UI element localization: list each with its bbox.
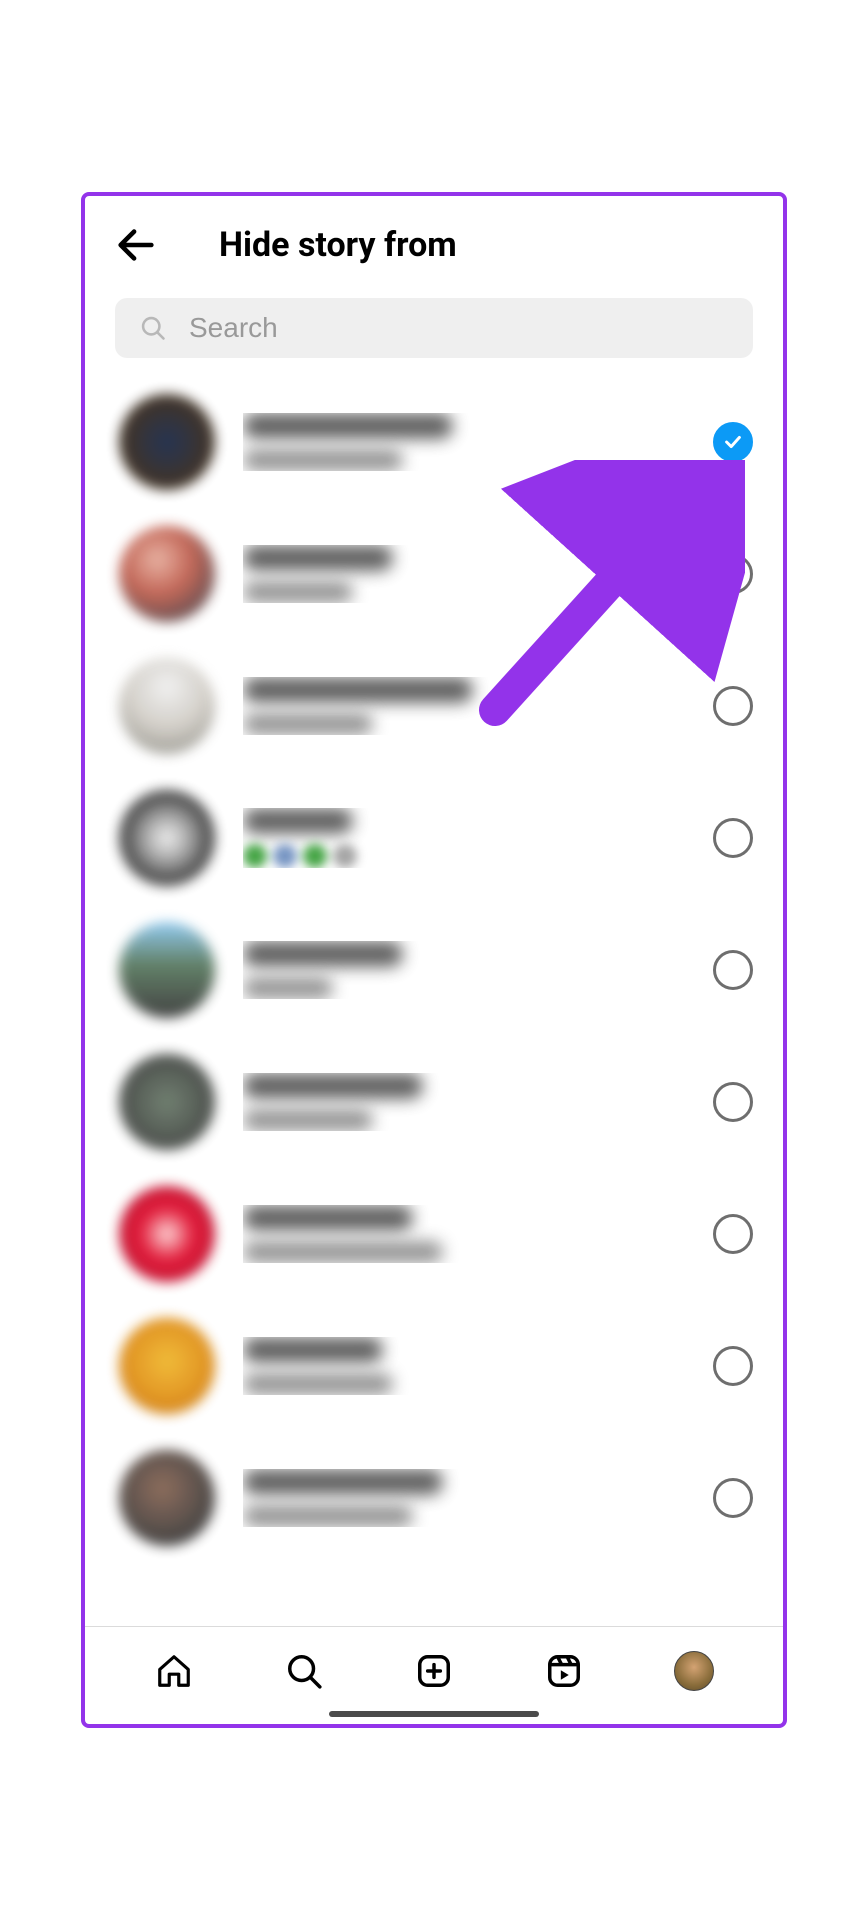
user-username (243, 941, 403, 967)
user-row[interactable] (85, 1036, 783, 1168)
user-username (243, 1469, 443, 1495)
user-row[interactable] (85, 376, 783, 508)
search-nav-icon (285, 1652, 323, 1690)
user-username (243, 413, 453, 439)
page-title: Hide story from (219, 225, 457, 265)
user-select-radio[interactable] (713, 950, 753, 990)
user-select-radio[interactable] (713, 1214, 753, 1254)
page-header: Hide story from (85, 196, 783, 278)
user-subtext (243, 449, 403, 471)
user-avatar (119, 1450, 215, 1546)
user-info (243, 808, 685, 868)
user-subtext (243, 844, 685, 868)
reels-icon (545, 1652, 583, 1690)
user-subtext (243, 1373, 393, 1395)
nav-search[interactable] (282, 1649, 326, 1693)
bottom-nav (85, 1626, 783, 1724)
user-select-radio[interactable] (713, 554, 753, 594)
profile-avatar-icon (674, 1651, 714, 1691)
plus-square-icon (415, 1652, 453, 1690)
user-username (243, 677, 473, 703)
user-row[interactable] (85, 508, 783, 640)
user-subtext (243, 581, 353, 603)
user-subtext (243, 1109, 373, 1131)
user-row[interactable] (85, 904, 783, 1036)
user-avatar (119, 1318, 215, 1414)
nav-create[interactable] (412, 1649, 456, 1693)
user-select-radio[interactable] (713, 1346, 753, 1386)
user-subtext (243, 713, 373, 735)
nav-reels[interactable] (542, 1649, 586, 1693)
user-username (243, 545, 393, 571)
user-list (85, 370, 783, 1626)
home-indicator (329, 1711, 539, 1717)
user-row[interactable] (85, 1300, 783, 1432)
user-avatar (119, 658, 215, 754)
user-subtext (243, 1505, 413, 1527)
user-info (243, 677, 685, 735)
user-avatar (119, 526, 215, 622)
home-icon (155, 1652, 193, 1690)
user-info (243, 545, 685, 603)
user-username (243, 1205, 413, 1231)
user-select-radio[interactable] (713, 818, 753, 858)
user-info (243, 1205, 685, 1263)
user-avatar (119, 790, 215, 886)
user-select-radio[interactable] (713, 422, 753, 462)
device-frame: Hide story from (81, 192, 787, 1728)
check-icon (722, 431, 744, 453)
nav-home[interactable] (152, 1649, 196, 1693)
user-username (243, 808, 353, 834)
user-subtext (243, 1241, 443, 1263)
arrow-left-icon (113, 222, 159, 268)
user-subtext (243, 977, 333, 999)
user-info (243, 413, 685, 471)
user-avatar (119, 1054, 215, 1150)
user-avatar (119, 922, 215, 1018)
search-bar[interactable] (115, 298, 753, 358)
user-row[interactable] (85, 1432, 783, 1564)
user-row[interactable] (85, 1168, 783, 1300)
user-username (243, 1073, 423, 1099)
back-button[interactable] (113, 222, 159, 268)
user-avatar (119, 394, 215, 490)
user-row[interactable] (85, 640, 783, 772)
user-select-radio[interactable] (713, 686, 753, 726)
user-avatar (119, 1186, 215, 1282)
search-icon (139, 314, 167, 342)
user-info (243, 941, 685, 999)
user-select-radio[interactable] (713, 1082, 753, 1122)
search-input[interactable] (189, 312, 729, 344)
user-username (243, 1337, 383, 1363)
user-info (243, 1469, 685, 1527)
user-row[interactable] (85, 772, 783, 904)
user-select-radio[interactable] (713, 1478, 753, 1518)
user-info (243, 1337, 685, 1395)
nav-profile[interactable] (672, 1649, 716, 1693)
user-info (243, 1073, 685, 1131)
